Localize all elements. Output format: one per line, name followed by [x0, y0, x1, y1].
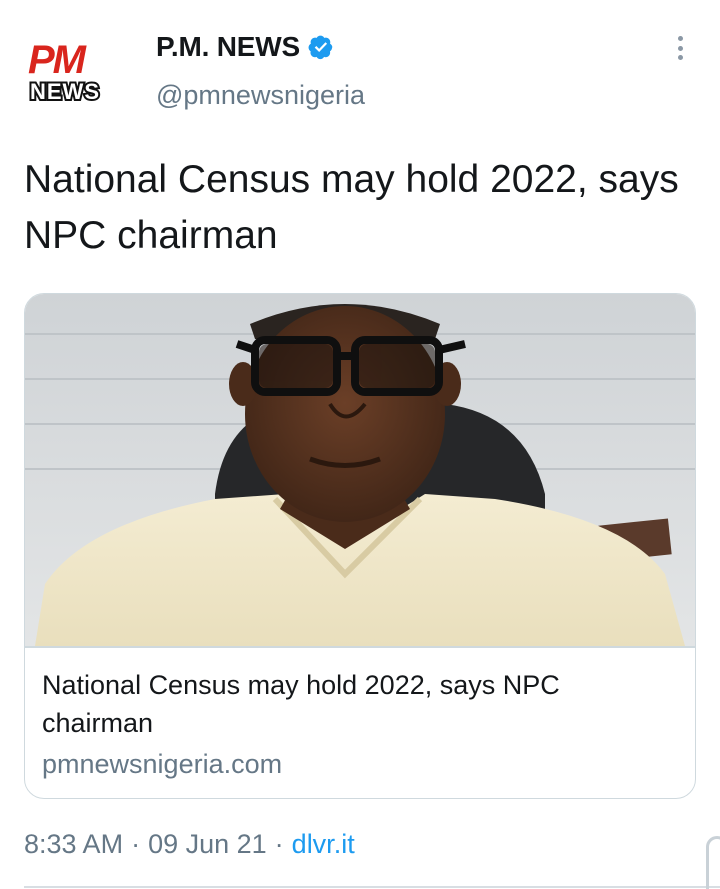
portrait-photo: [25, 294, 695, 646]
more-vertical-icon[interactable]: [668, 34, 692, 62]
link-card[interactable]: National Census may hold 2022, says NPC …: [24, 293, 696, 799]
card-image[interactable]: [25, 294, 695, 646]
meta-separator: ·: [131, 828, 141, 859]
tweet-text: National Census may hold 2022, says NPC …: [24, 158, 679, 257]
handle[interactable]: @pmnewsnigeria: [156, 80, 365, 111]
scroll-edge-indicator: [706, 836, 720, 889]
tweet-time[interactable]: 8:33 AM: [24, 829, 123, 860]
tweet-source-link[interactable]: dlvr.it: [292, 829, 355, 860]
logo-text-top: PM: [28, 38, 88, 82]
tweet-meta: 8:33 AM · 09 Jun 21 · dlvr.it: [24, 826, 355, 862]
name-row: P.M. NEWS: [156, 30, 334, 64]
pm-news-logo: PM NEWS: [28, 38, 128, 105]
verified-badge-icon: [308, 34, 334, 60]
avatar[interactable]: PM NEWS: [24, 33, 132, 105]
tweet-date[interactable]: 09 Jun 21: [148, 829, 267, 860]
logo-text-bottom: NEWS: [30, 79, 100, 104]
tweet: PM NEWS P.M. NEWS @pmnewsnigeria Nationa…: [0, 0, 720, 889]
divider: [24, 886, 720, 888]
card-domain[interactable]: pmnewsnigeria.com: [42, 746, 282, 782]
card-divider: [25, 646, 695, 648]
meta-separator: ·: [274, 828, 284, 859]
card-title[interactable]: National Census may hold 2022, says NPC …: [42, 666, 672, 742]
display-name[interactable]: P.M. NEWS: [156, 31, 300, 63]
